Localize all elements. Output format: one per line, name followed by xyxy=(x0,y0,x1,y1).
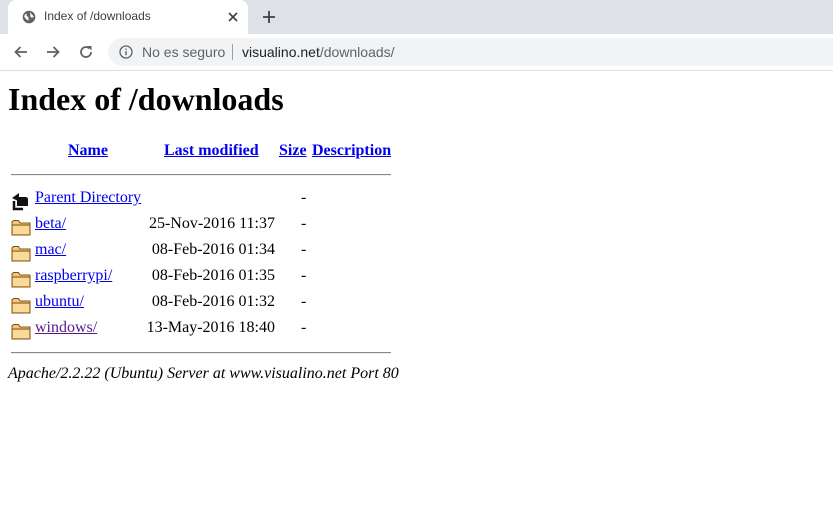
table-row: mac/ 08-Feb-2016 01:34 - xyxy=(0,238,833,264)
row-last-modified: 08-Feb-2016 01:35 xyxy=(151,267,275,284)
globe-icon xyxy=(22,10,36,24)
entry-link[interactable]: mac/ xyxy=(35,241,66,259)
url-path: /downloads/ xyxy=(319,44,395,60)
table-row: beta/ 25-Nov-2016 11:37 - xyxy=(0,212,833,238)
server-signature: Apache/2.2.22 (Ubuntu) Server at www.vis… xyxy=(8,365,399,382)
back-arrow-icon[interactable] xyxy=(12,43,30,61)
row-size: - xyxy=(301,189,307,206)
folder-icon xyxy=(11,220,31,236)
folder-icon xyxy=(11,324,31,340)
address-bar[interactable]: No es seguro visualino.net/downloads/ xyxy=(108,38,833,66)
plus-icon[interactable] xyxy=(261,9,277,25)
folder-icon xyxy=(11,246,31,262)
browser-toolbar: No es seguro visualino.net/downloads/ xyxy=(0,34,833,71)
row-last-modified: 08-Feb-2016 01:32 xyxy=(151,293,275,310)
table-row-parent: Parent Directory - xyxy=(0,186,833,212)
folder-icon xyxy=(11,298,31,314)
row-size: - xyxy=(301,319,307,336)
row-last-modified: 08-Feb-2016 01:34 xyxy=(151,241,275,258)
tab-strip: Index of /downloads xyxy=(0,0,833,34)
row-size: - xyxy=(301,293,307,310)
table-row: windows/ 13-May-2016 18:40 - xyxy=(0,316,833,342)
page-content: Index of /downloads Name Last modified S… xyxy=(0,71,833,532)
page-title: Index of /downloads xyxy=(8,81,284,117)
table-row: ubuntu/ 08-Feb-2016 01:32 - xyxy=(0,290,833,316)
reload-icon[interactable] xyxy=(77,43,95,61)
row-last-modified: 25-Nov-2016 11:37 xyxy=(148,215,275,232)
table-divider-top xyxy=(11,174,391,176)
back-folder-icon xyxy=(12,193,28,211)
table-divider-bottom xyxy=(11,352,391,354)
row-last-modified: 13-May-2016 18:40 xyxy=(146,319,275,336)
security-status[interactable]: No es seguro xyxy=(142,44,225,60)
folder-icon xyxy=(11,272,31,288)
browser-tab[interactable]: Index of /downloads xyxy=(8,0,248,34)
parent-directory-link[interactable]: Parent Directory xyxy=(35,189,141,207)
omnibox-divider xyxy=(232,44,233,60)
row-size: - xyxy=(301,267,307,284)
entry-link[interactable]: ubuntu/ xyxy=(35,293,84,311)
row-size: - xyxy=(301,241,307,258)
column-header-description[interactable]: Description xyxy=(312,142,391,160)
url-text[interactable]: visualino.net/downloads/ xyxy=(242,44,395,60)
url-host: visualino.net xyxy=(242,44,320,60)
row-size: - xyxy=(301,215,307,232)
entry-link[interactable]: raspberrypi/ xyxy=(35,267,112,285)
entry-link[interactable]: windows/ xyxy=(35,319,97,337)
table-row: raspberrypi/ 08-Feb-2016 01:35 - xyxy=(0,264,833,290)
column-header-name[interactable]: Name xyxy=(68,142,108,160)
entry-link[interactable]: beta/ xyxy=(35,215,66,233)
close-icon[interactable] xyxy=(226,10,240,24)
tab-title: Index of /downloads xyxy=(44,9,151,23)
info-icon[interactable] xyxy=(119,45,133,59)
column-header-size[interactable]: Size xyxy=(279,142,307,160)
column-header-last-modified[interactable]: Last modified xyxy=(164,142,259,160)
forward-arrow-icon[interactable] xyxy=(44,43,62,61)
